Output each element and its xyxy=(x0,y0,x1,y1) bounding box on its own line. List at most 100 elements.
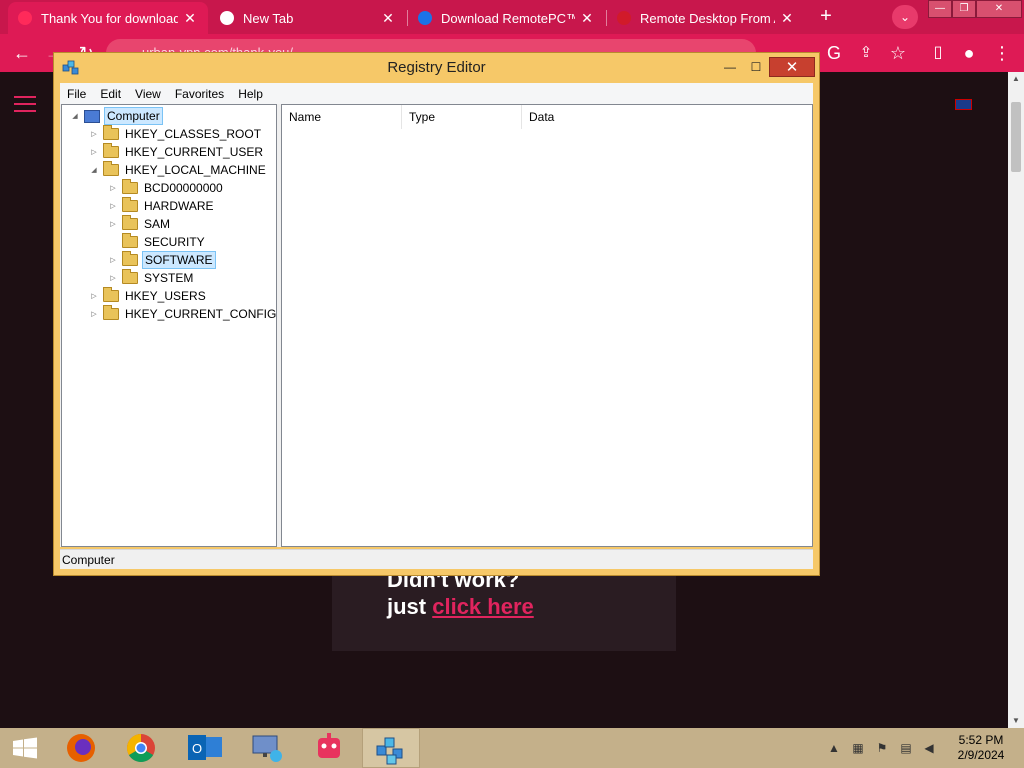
tree-node[interactable]: SECURITY xyxy=(108,233,207,251)
clock-time: 5:52 PM xyxy=(958,733,1004,747)
tree-node[interactable]: ▷ SYSTEM xyxy=(108,269,195,287)
browser-tab-1[interactable]: New Tab ✕ xyxy=(210,2,406,34)
browser-close-button[interactable]: ✕ xyxy=(976,0,1022,18)
menu-favorites[interactable]: Favorites xyxy=(168,87,231,101)
tree-node[interactable]: ▷ HKEY_CURRENT_CONFIG xyxy=(89,305,277,323)
show-hidden-icons-chevron-icon[interactable]: ▲ xyxy=(827,741,841,755)
tree-node[interactable]: ▷ HARDWARE xyxy=(108,197,216,215)
tree-node[interactable]: ▷ SOFTWARE xyxy=(108,251,216,269)
expand-arrow-icon[interactable]: ▷ xyxy=(108,220,118,228)
tree-node[interactable]: ▷ BCD00000000 xyxy=(108,179,225,197)
folder-icon xyxy=(122,269,138,284)
tab-close-icon[interactable]: ✕ xyxy=(182,10,198,27)
browser-tab-0[interactable]: Thank You for downloading ✕ xyxy=(8,2,208,34)
display-icon[interactable]: ▤ xyxy=(899,741,913,755)
retry-prefix: just xyxy=(387,594,433,619)
expand-arrow-icon[interactable]: ▷ xyxy=(108,184,118,192)
tab-close-icon[interactable]: ✕ xyxy=(579,10,595,27)
menu-file[interactable]: File xyxy=(60,87,93,101)
tree-node[interactable]: ◢ Computer xyxy=(70,107,163,125)
menu-help[interactable]: Help xyxy=(231,87,270,101)
folder-icon xyxy=(103,161,119,176)
svg-text:O: O xyxy=(192,741,202,756)
outlook-icon: O xyxy=(188,735,222,760)
tree-node-label: HKEY_USERS xyxy=(125,289,206,303)
share-icon[interactable]: ⇪ xyxy=(854,42,878,64)
clock-date: 2/9/2024 xyxy=(957,748,1005,762)
tree-node[interactable]: ▷ SAM xyxy=(108,215,172,233)
start-button[interactable] xyxy=(0,728,50,768)
profile-avatar-icon[interactable]: ● xyxy=(957,42,981,64)
status-bar: Computer xyxy=(60,549,813,569)
page-scrollbar[interactable]: ▲ ▼ xyxy=(1008,72,1024,728)
tree-node[interactable]: ◢ HKEY_LOCAL_MACHINE xyxy=(89,161,268,179)
browser-tab-3[interactable]: Remote Desktop From An ✕ xyxy=(607,2,805,34)
scroll-down-icon[interactable]: ▼ xyxy=(1008,714,1024,728)
network-icon[interactable]: ▦ xyxy=(851,741,865,755)
maximize-button[interactable]: ☐ xyxy=(743,57,769,77)
hamburger-menu-icon[interactable] xyxy=(14,96,36,112)
expand-arrow-icon[interactable]: ▷ xyxy=(108,274,118,282)
taskbar-chrome[interactable] xyxy=(112,728,170,768)
tab-close-icon[interactable]: ✕ xyxy=(380,10,396,27)
folder-icon xyxy=(122,179,138,194)
tree-node-label: HKEY_CLASSES_ROOT xyxy=(125,127,262,141)
expand-arrow-icon[interactable]: ▷ xyxy=(108,202,118,210)
scroll-thumb[interactable] xyxy=(1011,102,1021,172)
google-icon[interactable]: G xyxy=(822,42,846,64)
browser-restore-button[interactable]: ❐ xyxy=(952,0,976,18)
side-panel-icon[interactable]: ▯ xyxy=(926,42,950,64)
collapse-arrow-icon[interactable]: ◢ xyxy=(89,166,99,174)
action-center-flag-icon[interactable]: ⚑ xyxy=(875,741,889,755)
menu-view[interactable]: View xyxy=(128,87,168,101)
column-header-name[interactable]: Name xyxy=(282,105,402,129)
taskbar-outlook[interactable]: O xyxy=(176,728,234,768)
close-button[interactable]: ✕ xyxy=(769,57,815,77)
back-arrow-icon[interactable]: ← xyxy=(10,42,34,64)
tab-title: New Tab xyxy=(243,10,294,26)
tree-node-label: SAM xyxy=(144,217,171,231)
anydesk-favicon-icon xyxy=(617,11,631,25)
taskbar-regedit[interactable] xyxy=(362,728,420,768)
column-header-data[interactable]: Data xyxy=(522,105,812,129)
expand-arrow-icon[interactable]: ▷ xyxy=(89,130,99,138)
tree-node-label: HKEY_CURRENT_CONFIG xyxy=(125,307,277,321)
menu-edit[interactable]: Edit xyxy=(93,87,128,101)
tree-node[interactable]: ▷ HKEY_USERS xyxy=(89,287,208,305)
click-here-link[interactable]: click here xyxy=(432,594,534,619)
tree-node[interactable]: ▷ HKEY_CLASSES_ROOT xyxy=(89,125,263,143)
browser-tab-2[interactable]: Download RemotePC™ (Fo ✕ xyxy=(408,2,605,34)
scroll-up-icon[interactable]: ▲ xyxy=(1008,72,1024,86)
regedit-icon xyxy=(376,737,403,765)
tab-search-button[interactable]: ⌄ xyxy=(892,5,918,29)
tab-title: Remote Desktop From An xyxy=(640,10,775,26)
remotepc-favicon-icon xyxy=(418,11,432,25)
taskbar-clock[interactable]: 5:52 PM 2/9/2024 xyxy=(950,733,1012,763)
expand-arrow-icon[interactable]: ▷ xyxy=(108,256,118,264)
regedit-app-icon xyxy=(62,60,79,75)
tab-close-icon[interactable]: ✕ xyxy=(779,10,795,27)
new-tab-button[interactable]: + xyxy=(815,6,837,28)
expand-arrow-icon[interactable]: ▷ xyxy=(89,310,99,318)
volume-muted-icon[interactable]: ◀ xyxy=(922,741,936,755)
uk-flag-icon[interactable] xyxy=(955,99,972,110)
tree-node-label: SECURITY xyxy=(144,235,205,249)
tree-node[interactable]: ▷ HKEY_CURRENT_USER xyxy=(89,143,265,161)
taskbar-remote-desktop[interactable] xyxy=(238,728,296,768)
bookmark-star-icon[interactable]: ☆ xyxy=(886,42,910,64)
minimize-button[interactable]: — xyxy=(717,57,743,77)
retry-text: just click here xyxy=(387,594,534,620)
windows-logo-icon xyxy=(13,737,37,759)
kebab-menu-icon[interactable]: ⋮ xyxy=(990,42,1014,64)
collapse-arrow-icon[interactable]: ◢ xyxy=(70,112,80,120)
tree-node-label: BCD00000000 xyxy=(144,181,223,195)
browser-minimize-button[interactable]: — xyxy=(928,0,952,18)
registry-values-list[interactable]: Name Type Data xyxy=(281,104,813,547)
folder-icon xyxy=(122,197,138,212)
column-header-type[interactable]: Type xyxy=(402,105,522,129)
expand-arrow-icon[interactable]: ▷ xyxy=(89,148,99,156)
registry-tree[interactable]: ◢ Computer ▷ HKEY_CLASSES_ROOT ▷ HKEY_CURRENT… xyxy=(61,104,277,547)
taskbar-firefox[interactable] xyxy=(52,728,110,768)
expand-arrow-icon[interactable]: ▷ xyxy=(89,292,99,300)
taskbar-robot-app[interactable] xyxy=(300,728,358,768)
